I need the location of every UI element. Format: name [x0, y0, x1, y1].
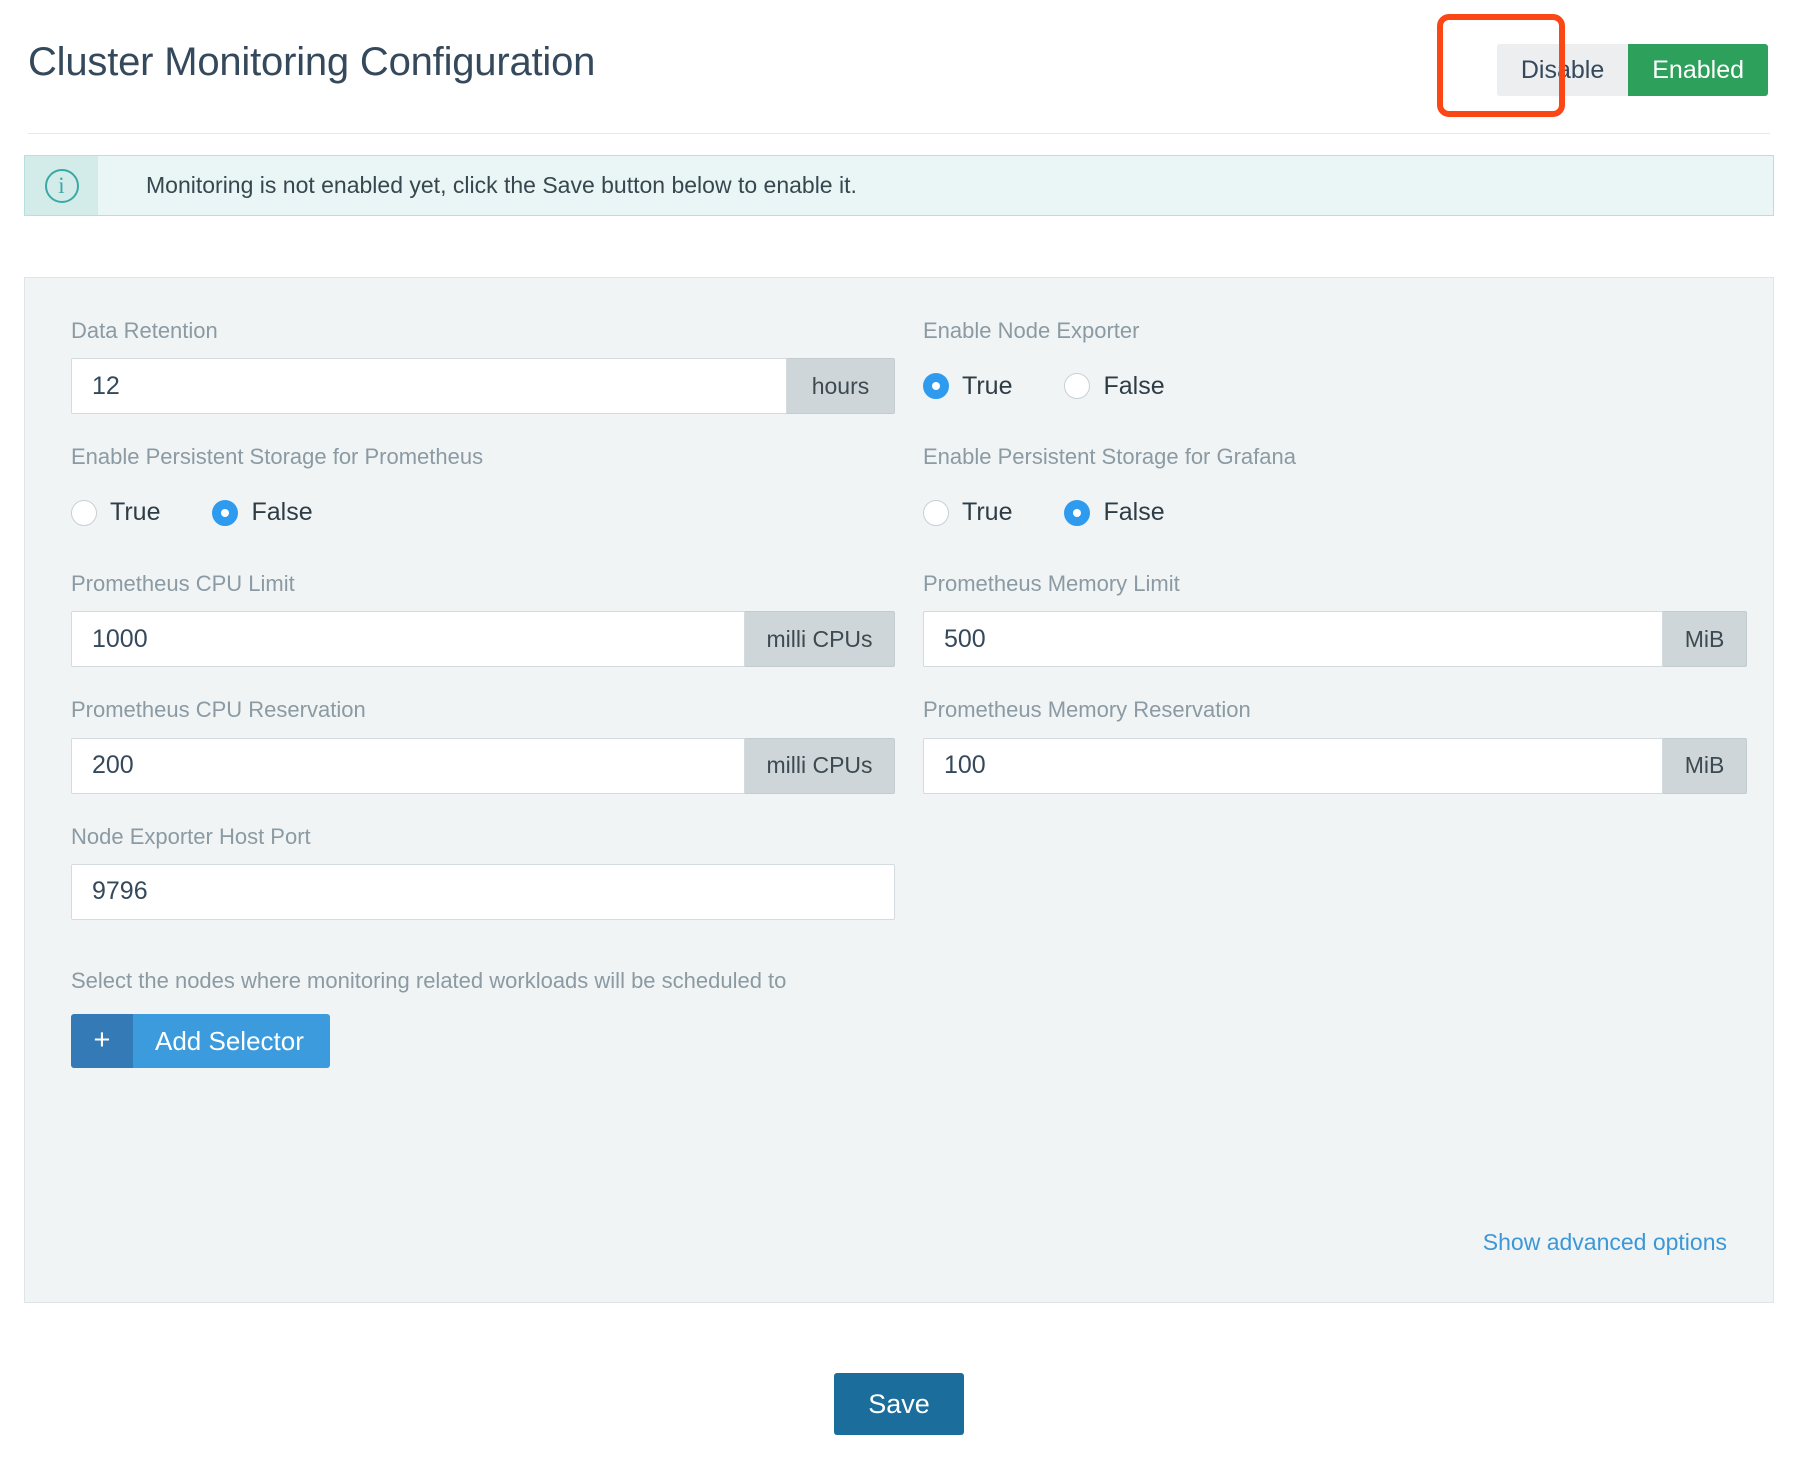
- field-data-retention: Data Retention 12 hours: [71, 318, 895, 444]
- field-enable-node-exporter: Enable Node Exporter True False: [923, 318, 1747, 444]
- radio-label-false: False: [1103, 371, 1165, 400]
- persistent-storage-grafana-false[interactable]: False: [1064, 498, 1165, 527]
- radio-label-true: True: [110, 498, 161, 527]
- page-header: Cluster Monitoring Configuration Disable…: [0, 0, 1798, 134]
- persistent-storage-prometheus-true[interactable]: True: [71, 498, 160, 527]
- form-row-3: Prometheus CPU Limit 1000 milli CPUs Pro…: [71, 571, 1747, 697]
- prometheus-cpu-limit-input-group[interactable]: 1000 milli CPUs: [71, 611, 895, 668]
- radio-unselected-icon[interactable]: [923, 499, 949, 526]
- form-grid: Data Retention 12 hours Enable Node Expo…: [71, 318, 1747, 1068]
- page-title: Cluster Monitoring Configuration: [28, 40, 596, 84]
- data-retention-unit: hours: [787, 358, 895, 415]
- radio-label-true: True: [962, 498, 1013, 527]
- field-node-exporter-host-port: Node Exporter Host Port 9796: [71, 824, 895, 950]
- prometheus-memory-reservation-input-group[interactable]: 100 MiB: [923, 737, 1747, 794]
- form-row-1: Data Retention 12 hours Enable Node Expo…: [71, 318, 1727, 444]
- prometheus-cpu-reservation-unit: milli CPUs: [745, 737, 895, 794]
- prometheus-memory-reservation-label: Prometheus Memory Reservation: [923, 697, 1251, 723]
- radio-unselected-icon[interactable]: [71, 499, 97, 526]
- radio-selected-icon[interactable]: [923, 373, 949, 400]
- enabled-button[interactable]: Enabled: [1628, 44, 1768, 96]
- form-row-5-spacer: [923, 824, 1747, 950]
- prometheus-memory-limit-unit: MiB: [1663, 611, 1747, 668]
- prometheus-cpu-limit-label: Prometheus CPU Limit: [71, 570, 295, 596]
- monitoring-state-toggle-group[interactable]: Disable Enabled: [1496, 44, 1768, 96]
- save-button[interactable]: Save: [834, 1373, 964, 1435]
- prometheus-memory-limit-input-group[interactable]: 500 MiB: [923, 611, 1747, 668]
- enable-node-exporter-label: Enable Node Exporter: [923, 318, 1140, 343]
- banner-icon-container: i: [25, 156, 98, 215]
- node-selector-helper-text: Select the nodes where monitoring relate…: [71, 967, 787, 993]
- field-prometheus-cpu-reservation: Prometheus CPU Reservation 200 milli CPU…: [71, 697, 895, 823]
- node-exporter-host-port-input[interactable]: 9796: [71, 863, 895, 920]
- data-retention-input[interactable]: 12: [71, 358, 787, 415]
- radio-label-false: False: [1103, 498, 1165, 527]
- header-divider: [28, 133, 1770, 134]
- persistent-storage-grafana-true[interactable]: True: [923, 498, 1012, 527]
- cluster-monitoring-configuration-page: Cluster Monitoring Configuration Disable…: [0, 0, 1798, 1474]
- prometheus-memory-reservation-unit: MiB: [1663, 737, 1747, 794]
- node-exporter-host-port-label: Node Exporter Host Port: [71, 823, 311, 849]
- banner-message: Monitoring is not enabled yet, click the…: [146, 172, 857, 198]
- field-prometheus-cpu-limit: Prometheus CPU Limit 1000 milli CPUs: [71, 571, 895, 697]
- prometheus-cpu-limit-unit: milli CPUs: [745, 611, 895, 668]
- configuration-form-panel: Data Retention 12 hours Enable Node Expo…: [24, 277, 1774, 1303]
- add-selector-label: Add Selector: [133, 1013, 330, 1068]
- prometheus-cpu-limit-input[interactable]: 1000: [71, 611, 745, 668]
- disable-button[interactable]: Disable: [1496, 44, 1629, 96]
- enable-node-exporter-false[interactable]: False: [1064, 371, 1165, 401]
- form-row-2: Enable Persistent Storage for Prometheus…: [71, 444, 1727, 570]
- enable-node-exporter-true[interactable]: True: [923, 372, 1012, 401]
- info-icon: i: [44, 168, 79, 203]
- radio-selected-icon[interactable]: [212, 499, 239, 526]
- enable-node-exporter-radio-group[interactable]: True False: [923, 358, 1747, 414]
- prometheus-cpu-reservation-input[interactable]: 200: [71, 737, 745, 794]
- show-advanced-options-link[interactable]: Show advanced options: [1483, 1229, 1727, 1256]
- radio-selected-icon[interactable]: [1064, 499, 1091, 526]
- field-persistent-storage-prometheus: Enable Persistent Storage for Prometheus…: [71, 444, 895, 570]
- persistent-storage-grafana-radio-group[interactable]: True False: [923, 485, 1747, 541]
- data-retention-label: Data Retention: [71, 318, 218, 343]
- form-row-5: Node Exporter Host Port 9796: [71, 824, 1727, 950]
- field-persistent-storage-grafana: Enable Persistent Storage for Grafana Tr…: [923, 444, 1747, 570]
- radio-label-false: False: [251, 498, 313, 527]
- plus-icon: +: [71, 1013, 133, 1068]
- persistent-storage-prometheus-false[interactable]: False: [212, 498, 313, 527]
- node-exporter-host-port-input-group[interactable]: 9796: [71, 863, 895, 920]
- prometheus-cpu-reservation-input-group[interactable]: 200 milli CPUs: [71, 737, 895, 794]
- form-footer: Save: [0, 1373, 1798, 1435]
- persistent-storage-prometheus-label: Enable Persistent Storage for Prometheus: [71, 444, 484, 470]
- prometheus-memory-limit-input[interactable]: 500: [923, 611, 1663, 668]
- radio-unselected-icon[interactable]: [1064, 373, 1091, 400]
- data-retention-input-group[interactable]: 12 hours: [71, 358, 895, 415]
- radio-label-true: True: [962, 371, 1013, 400]
- form-row-4: Prometheus CPU Reservation 200 milli CPU…: [71, 697, 1747, 823]
- persistent-storage-grafana-label: Enable Persistent Storage for Grafana: [923, 444, 1296, 470]
- field-prometheus-memory-reservation: Prometheus Memory Reservation 100 MiB: [923, 697, 1747, 823]
- prometheus-cpu-reservation-label: Prometheus CPU Reservation: [71, 697, 366, 723]
- add-selector-button[interactable]: + Add Selector: [71, 1013, 330, 1068]
- prometheus-memory-reservation-input[interactable]: 100: [923, 737, 1663, 794]
- prometheus-memory-limit-label: Prometheus Memory Limit: [923, 570, 1180, 596]
- persistent-storage-prometheus-radio-group[interactable]: True False: [71, 485, 895, 541]
- node-selector-section: Select the nodes where monitoring relate…: [71, 968, 1727, 1068]
- field-prometheus-memory-limit: Prometheus Memory Limit 500 MiB: [923, 571, 1747, 697]
- info-banner: i Monitoring is not enabled yet, click t…: [24, 155, 1774, 216]
